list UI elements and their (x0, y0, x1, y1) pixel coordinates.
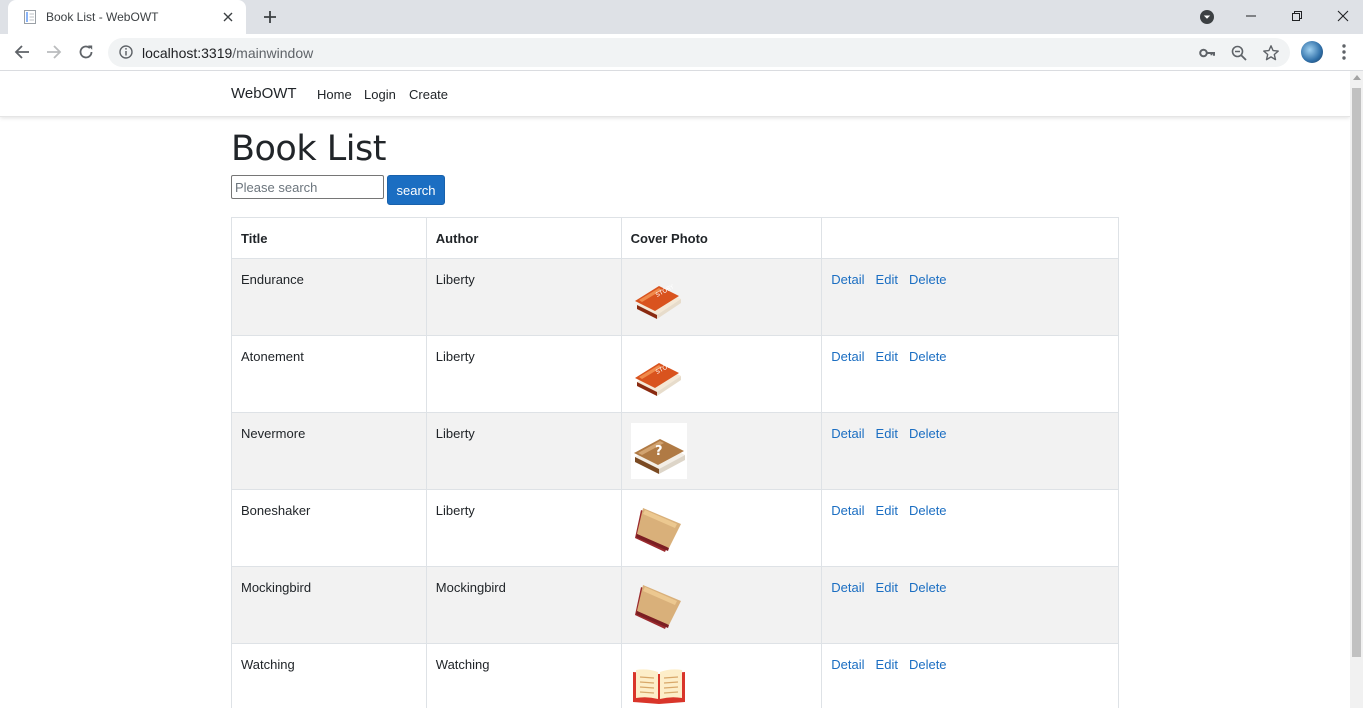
book-author: Watching (425, 643, 622, 708)
book-title: Boneshaker (231, 489, 427, 567)
page-favicon-icon (22, 9, 38, 25)
search-button[interactable]: search (387, 175, 445, 205)
actions-cell: Detail Edit Delete (821, 566, 1119, 644)
book-author: Mockingbird (425, 566, 622, 644)
brand-link[interactable]: WebOWT (231, 85, 297, 102)
cover-photo-cell (620, 566, 823, 644)
book-author: Liberty (425, 335, 622, 413)
table-row: Nevermore Liberty? Detail Edit Delete (231, 412, 1119, 490)
tab-title: Book List - WebOWT (46, 10, 159, 24)
table-body: Endurance Liberty STORY Detail Edit Delete Ato… (231, 258, 1119, 708)
table-row: Boneshaker Liberty Detail Edit Delete (231, 489, 1119, 567)
book-title: Watching (231, 643, 427, 708)
restore-icon[interactable] (1274, 0, 1320, 32)
tab-strip: Book List - WebOWT (0, 0, 1363, 34)
delete-link[interactable]: Delete (909, 503, 947, 518)
detail-link[interactable]: Detail (831, 503, 864, 518)
close-tab-icon[interactable] (220, 9, 236, 25)
nav-home-link[interactable]: Home (317, 87, 352, 102)
url-path: /mainwindow (232, 45, 314, 61)
more-options-icon[interactable] (1336, 42, 1352, 62)
actions-cell: Detail Edit Delete (821, 643, 1119, 708)
delete-link[interactable]: Delete (909, 272, 947, 287)
edit-link[interactable]: Edit (876, 503, 898, 518)
svg-text:?: ? (655, 444, 663, 459)
edit-link[interactable]: Edit (876, 426, 898, 441)
red-story-book-icon: STORY (631, 346, 813, 402)
edit-link[interactable]: Edit (876, 657, 898, 672)
question-book-icon: ? (630, 423, 813, 479)
table-row: Watching Watching Detail Edit Delete (231, 643, 1119, 708)
forward-icon[interactable] (42, 40, 66, 64)
site-info-icon[interactable] (119, 45, 133, 59)
profile-avatar[interactable] (1301, 41, 1323, 63)
edit-link[interactable]: Edit (876, 580, 898, 595)
cover-photo-cell (620, 489, 823, 567)
new-tab-icon[interactable] (259, 6, 281, 28)
address-bar[interactable]: localhost:3319/mainwindow (108, 38, 1290, 67)
url-host: localhost:3319 (142, 45, 233, 61)
tan-book-icon (631, 577, 813, 633)
book-author: Liberty (425, 412, 622, 490)
detail-link[interactable]: Detail (831, 657, 864, 672)
book-title: Nevermore (231, 412, 427, 490)
minimize-icon[interactable] (1228, 0, 1274, 32)
delete-link[interactable]: Delete (909, 657, 947, 672)
scrollbar-thumb[interactable] (1352, 88, 1361, 657)
url-text: localhost:3319/mainwindow (142, 45, 313, 61)
bookmark-star-icon[interactable] (1262, 44, 1280, 62)
book-title: Mockingbird (231, 566, 427, 644)
actions-cell: Detail Edit Delete (821, 412, 1119, 490)
cover-photo-cell: ? (620, 412, 823, 490)
header-cover-photo: Cover Photo (620, 217, 823, 259)
delete-link[interactable]: Delete (909, 349, 947, 364)
back-icon[interactable] (10, 40, 34, 64)
tan-book-icon (631, 500, 813, 556)
red-story-book-icon: STORY (631, 269, 813, 325)
cover-photo-cell: STORY (620, 335, 823, 413)
detail-link[interactable]: Detail (831, 580, 864, 595)
nav-create-link[interactable]: Create (409, 87, 448, 102)
site-navbar: WebOWT Home Login Create (0, 71, 1350, 117)
table-row: Atonement Liberty STORY Detail Edit Delete (231, 335, 1119, 413)
cover-photo-cell (620, 643, 823, 708)
edit-link[interactable]: Edit (876, 349, 898, 364)
close-window-icon[interactable] (1320, 0, 1363, 32)
page-scrollbar[interactable] (1350, 71, 1363, 708)
table-header-row: Title Author Cover Photo (231, 217, 1119, 259)
key-icon[interactable] (1198, 44, 1216, 62)
book-table: Title Author Cover Photo Endurance Libert… (231, 217, 1119, 708)
scroll-up-arrow-icon[interactable] (1353, 75, 1361, 80)
book-title: Endurance (231, 258, 427, 336)
header-actions (821, 217, 1119, 259)
book-author: Liberty (425, 489, 622, 567)
delete-link[interactable]: Delete (909, 580, 947, 595)
table-row: Endurance Liberty STORY Detail Edit Delete (231, 258, 1119, 336)
detail-link[interactable]: Detail (831, 349, 864, 364)
detail-link[interactable]: Detail (831, 426, 864, 441)
header-title: Title (231, 217, 427, 259)
nav-login-link[interactable]: Login (364, 87, 396, 102)
search-input[interactable] (231, 175, 384, 199)
actions-cell: Detail Edit Delete (821, 335, 1119, 413)
edit-link[interactable]: Edit (876, 272, 898, 287)
book-author: Liberty (425, 258, 622, 336)
table-row: Mockingbird Mockingbird Detail Edit Delete (231, 566, 1119, 644)
detail-link[interactable]: Detail (831, 272, 864, 287)
actions-cell: Detail Edit Delete (821, 258, 1119, 336)
browser-toolbar: localhost:3319/mainwindow (0, 34, 1363, 71)
open-book-icon (631, 654, 813, 708)
cover-photo-cell: STORY (620, 258, 823, 336)
tab-search-icon[interactable] (1198, 8, 1216, 26)
browser-tab[interactable]: Book List - WebOWT (8, 0, 246, 34)
actions-cell: Detail Edit Delete (821, 489, 1119, 567)
page-viewport: WebOWT Home Login Create Book List searc… (0, 71, 1350, 708)
header-author: Author (425, 217, 622, 259)
page-title: Book List (231, 129, 386, 169)
book-title: Atonement (231, 335, 427, 413)
reload-icon[interactable] (74, 40, 98, 64)
delete-link[interactable]: Delete (909, 426, 947, 441)
zoom-out-icon[interactable] (1230, 44, 1248, 62)
